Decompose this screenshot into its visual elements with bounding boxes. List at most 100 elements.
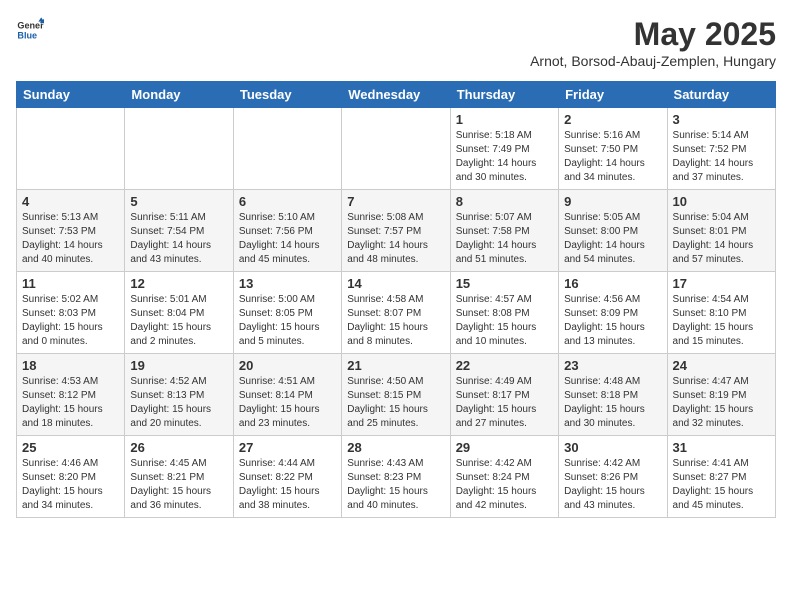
svg-text:General: General — [17, 21, 44, 31]
calendar-week-row: 18 Sunrise: 4:53 AM Sunset: 8:12 PM Dayli… — [17, 354, 776, 436]
calendar-cell: 14 Sunrise: 4:58 AM Sunset: 8:07 PM Dayli… — [342, 272, 450, 354]
day-info: Sunrise: 4:57 AM Sunset: 8:08 PM Dayligh… — [456, 293, 553, 349]
calendar-cell — [17, 108, 125, 190]
day-number: 29 — [456, 440, 553, 455]
weekday-header: Monday — [125, 82, 233, 108]
calendar-week-row: 11 Sunrise: 5:02 AM Sunset: 8:03 PM Dayli… — [17, 272, 776, 354]
calendar-cell: 29 Sunrise: 4:42 AM Sunset: 8:24 PM Dayli… — [450, 436, 558, 518]
day-number: 24 — [673, 358, 770, 373]
calendar-week-row: 4 Sunrise: 5:13 AM Sunset: 7:53 PM Daylig… — [17, 190, 776, 272]
calendar-cell: 8 Sunrise: 5:07 AM Sunset: 7:58 PM Daylig… — [450, 190, 558, 272]
day-number: 10 — [673, 194, 770, 209]
calendar-cell: 30 Sunrise: 4:42 AM Sunset: 8:26 PM Dayli… — [559, 436, 667, 518]
day-info: Sunrise: 5:08 AM Sunset: 7:57 PM Dayligh… — [347, 211, 444, 267]
day-info: Sunrise: 5:01 AM Sunset: 8:04 PM Dayligh… — [130, 293, 227, 349]
day-number: 21 — [347, 358, 444, 373]
day-info: Sunrise: 4:51 AM Sunset: 8:14 PM Dayligh… — [239, 375, 336, 431]
weekday-header: Thursday — [450, 82, 558, 108]
day-number: 27 — [239, 440, 336, 455]
day-info: Sunrise: 5:00 AM Sunset: 8:05 PM Dayligh… — [239, 293, 336, 349]
calendar-week-row: 1Sunrise: 5:18 AM Sunset: 7:49 PM Daylig… — [17, 108, 776, 190]
day-number: 17 — [673, 276, 770, 291]
day-number: 28 — [347, 440, 444, 455]
calendar-cell: 18 Sunrise: 4:53 AM Sunset: 8:12 PM Dayli… — [17, 354, 125, 436]
calendar-cell: 9Sunrise: 5:05 AM Sunset: 8:00 PM Daylig… — [559, 190, 667, 272]
calendar-cell: 20 Sunrise: 4:51 AM Sunset: 8:14 PM Dayli… — [233, 354, 341, 436]
day-number: 18 — [22, 358, 119, 373]
calendar-cell: 2Sunrise: 5:16 AM Sunset: 7:50 PM Daylig… — [559, 108, 667, 190]
day-number: 8 — [456, 194, 553, 209]
day-number: 1 — [456, 112, 553, 127]
calendar-cell: 25Sunrise: 4:46 AM Sunset: 8:20 PM Dayli… — [17, 436, 125, 518]
day-number: 30 — [564, 440, 661, 455]
calendar-title: May 2025 — [530, 16, 776, 53]
day-info: Sunrise: 5:05 AM Sunset: 8:00 PM Dayligh… — [564, 211, 661, 267]
day-info: Sunrise: 5:07 AM Sunset: 7:58 PM Dayligh… — [456, 211, 553, 267]
day-info: Sunrise: 5:02 AM Sunset: 8:03 PM Dayligh… — [22, 293, 119, 349]
calendar-week-row: 25Sunrise: 4:46 AM Sunset: 8:20 PM Dayli… — [17, 436, 776, 518]
day-info: Sunrise: 4:42 AM Sunset: 8:24 PM Dayligh… — [456, 457, 553, 513]
weekday-header-row: SundayMondayTuesdayWednesdayThursdayFrid… — [17, 82, 776, 108]
day-number: 3 — [673, 112, 770, 127]
calendar-cell: 7 Sunrise: 5:08 AM Sunset: 7:57 PM Daylig… — [342, 190, 450, 272]
day-info: Sunrise: 5:04 AM Sunset: 8:01 PM Dayligh… — [673, 211, 770, 267]
calendar-cell: 12 Sunrise: 5:01 AM Sunset: 8:04 PM Dayli… — [125, 272, 233, 354]
calendar-cell: 10 Sunrise: 5:04 AM Sunset: 8:01 PM Dayli… — [667, 190, 775, 272]
day-number: 26 — [130, 440, 227, 455]
day-info: Sunrise: 4:43 AM Sunset: 8:23 PM Dayligh… — [347, 457, 444, 513]
calendar-cell — [125, 108, 233, 190]
calendar-cell: 6Sunrise: 5:10 AM Sunset: 7:56 PM Daylig… — [233, 190, 341, 272]
day-number: 16 — [564, 276, 661, 291]
day-info: Sunrise: 5:10 AM Sunset: 7:56 PM Dayligh… — [239, 211, 336, 267]
calendar-cell: 22 Sunrise: 4:49 AM Sunset: 8:17 PM Dayli… — [450, 354, 558, 436]
calendar-subtitle: Arnot, Borsod-Abauj-Zemplen, Hungary — [530, 53, 776, 69]
day-number: 12 — [130, 276, 227, 291]
day-info: Sunrise: 4:45 AM Sunset: 8:21 PM Dayligh… — [130, 457, 227, 513]
day-number: 25 — [22, 440, 119, 455]
day-info: Sunrise: 4:47 AM Sunset: 8:19 PM Dayligh… — [673, 375, 770, 431]
day-number: 11 — [22, 276, 119, 291]
day-info: Sunrise: 5:13 AM Sunset: 7:53 PM Dayligh… — [22, 211, 119, 267]
day-info: Sunrise: 4:42 AM Sunset: 8:26 PM Dayligh… — [564, 457, 661, 513]
day-info: Sunrise: 5:14 AM Sunset: 7:52 PM Dayligh… — [673, 129, 770, 185]
day-number: 31 — [673, 440, 770, 455]
calendar-cell: 5Sunrise: 5:11 AM Sunset: 7:54 PM Daylig… — [125, 190, 233, 272]
day-info: Sunrise: 4:54 AM Sunset: 8:10 PM Dayligh… — [673, 293, 770, 349]
day-number: 4 — [22, 194, 119, 209]
calendar-cell: 21 Sunrise: 4:50 AM Sunset: 8:15 PM Dayli… — [342, 354, 450, 436]
calendar-cell — [342, 108, 450, 190]
calendar-cell — [233, 108, 341, 190]
calendar-cell: 27Sunrise: 4:44 AM Sunset: 8:22 PM Dayli… — [233, 436, 341, 518]
logo-icon: General Blue — [16, 16, 44, 44]
calendar-cell: 26 Sunrise: 4:45 AM Sunset: 8:21 PM Dayli… — [125, 436, 233, 518]
calendar-cell: 13Sunrise: 5:00 AM Sunset: 8:05 PM Dayli… — [233, 272, 341, 354]
calendar-cell: 1Sunrise: 5:18 AM Sunset: 7:49 PM Daylig… — [450, 108, 558, 190]
day-info: Sunrise: 4:49 AM Sunset: 8:17 PM Dayligh… — [456, 375, 553, 431]
day-info: Sunrise: 4:53 AM Sunset: 8:12 PM Dayligh… — [22, 375, 119, 431]
day-info: Sunrise: 4:58 AM Sunset: 8:07 PM Dayligh… — [347, 293, 444, 349]
calendar-cell: 15Sunrise: 4:57 AM Sunset: 8:08 PM Dayli… — [450, 272, 558, 354]
day-info: Sunrise: 4:48 AM Sunset: 8:18 PM Dayligh… — [564, 375, 661, 431]
calendar-cell: 24 Sunrise: 4:47 AM Sunset: 8:19 PM Dayli… — [667, 354, 775, 436]
calendar-cell: 28 Sunrise: 4:43 AM Sunset: 8:23 PM Dayli… — [342, 436, 450, 518]
day-number: 2 — [564, 112, 661, 127]
title-block: May 2025 Arnot, Borsod-Abauj-Zemplen, Hu… — [530, 16, 776, 69]
calendar-table: SundayMondayTuesdayWednesdayThursdayFrid… — [16, 81, 776, 518]
weekday-header: Saturday — [667, 82, 775, 108]
day-number: 22 — [456, 358, 553, 373]
day-number: 20 — [239, 358, 336, 373]
day-number: 14 — [347, 276, 444, 291]
day-info: Sunrise: 5:11 AM Sunset: 7:54 PM Dayligh… — [130, 211, 227, 267]
day-number: 7 — [347, 194, 444, 209]
calendar-cell: 16Sunrise: 4:56 AM Sunset: 8:09 PM Dayli… — [559, 272, 667, 354]
calendar-cell: 11 Sunrise: 5:02 AM Sunset: 8:03 PM Dayli… — [17, 272, 125, 354]
weekday-header: Wednesday — [342, 82, 450, 108]
calendar-cell: 19Sunrise: 4:52 AM Sunset: 8:13 PM Dayli… — [125, 354, 233, 436]
weekday-header: Tuesday — [233, 82, 341, 108]
day-info: Sunrise: 4:50 AM Sunset: 8:15 PM Dayligh… — [347, 375, 444, 431]
day-info: Sunrise: 4:41 AM Sunset: 8:27 PM Dayligh… — [673, 457, 770, 513]
svg-text:Blue: Blue — [17, 30, 37, 40]
weekday-header: Friday — [559, 82, 667, 108]
calendar-cell: 31 Sunrise: 4:41 AM Sunset: 8:27 PM Dayli… — [667, 436, 775, 518]
page-header: General Blue May 2025 Arnot, Borsod-Abau… — [16, 16, 776, 69]
